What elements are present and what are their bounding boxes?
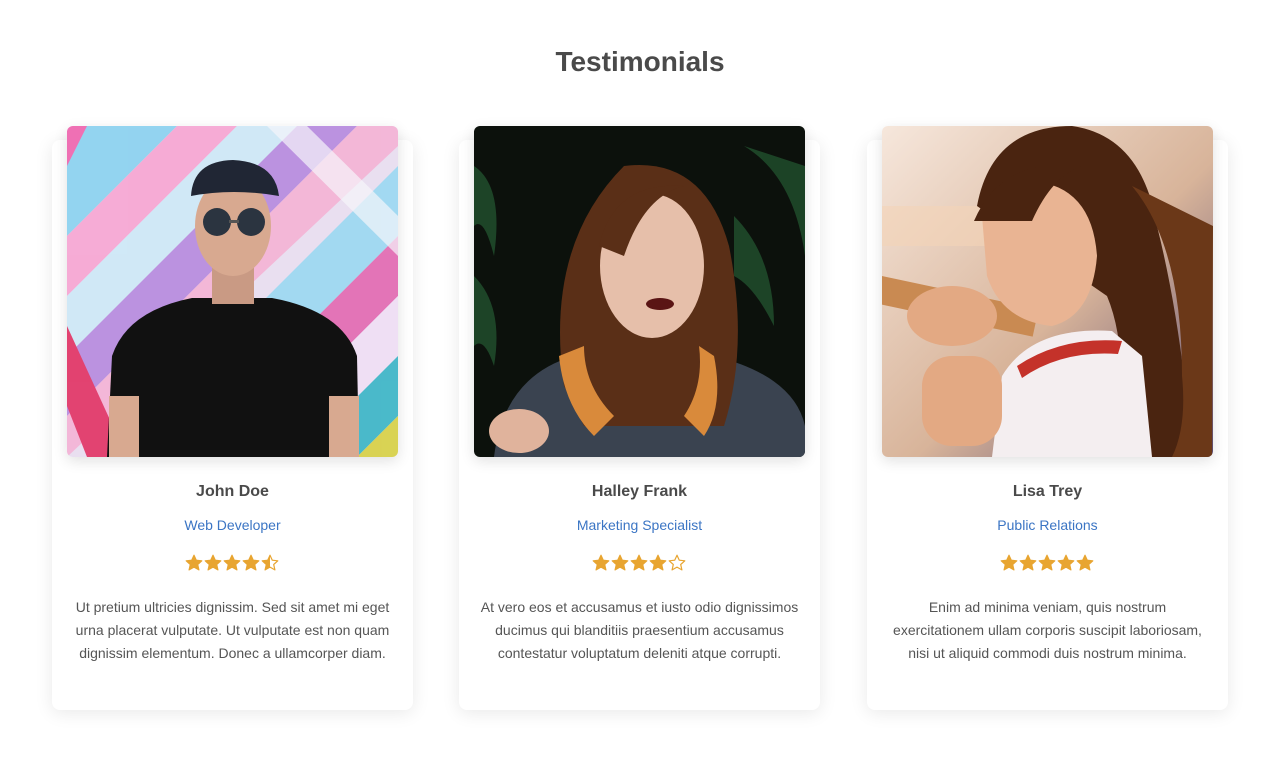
star-icon	[1076, 554, 1095, 572]
testimonial-quote: Enim ad minima veniam, quis nostrum exer…	[893, 599, 1202, 661]
testimonial-name: John Doe	[196, 483, 269, 500]
half-star-icon	[261, 554, 280, 572]
star-rating	[867, 552, 1228, 572]
testimonial-card: John Doe Web Developer Ut pretium ultric…	[52, 126, 413, 710]
star-rating	[52, 552, 413, 572]
woman-portrait-photo	[882, 126, 1213, 457]
star-icon	[630, 554, 649, 572]
star-icon	[1038, 554, 1057, 572]
testimonial-role: Marketing Specialist	[576, 517, 703, 533]
star-icon	[1019, 554, 1038, 572]
star-icon	[223, 554, 242, 572]
man-portrait-photo	[67, 126, 398, 457]
testimonial-name: Lisa Trey	[1012, 483, 1083, 500]
star-icon	[611, 554, 630, 572]
star-icon	[649, 554, 668, 572]
testimonial-card: Halley Frank Marketing Specialist At ver…	[459, 126, 820, 710]
profile-photo	[67, 126, 398, 457]
testimonial-name: Halley Frank	[591, 483, 688, 500]
star-rating	[459, 552, 820, 572]
testimonials-page: Testimonials John Doe Web Developer Ut p…	[0, 0, 1280, 772]
page-title: Testimonials	[555, 46, 725, 77]
star-icon	[242, 554, 261, 572]
testimonial-role: Public Relations	[997, 517, 1098, 533]
testimonial-card: Lisa Trey Public Relations Enim ad minim…	[867, 126, 1228, 710]
testimonial-quote: At vero eos et accusamus et iusto odio d…	[480, 599, 799, 661]
star-icon	[185, 554, 204, 572]
star-icon	[592, 554, 611, 572]
testimonial-quote: Ut pretium ultricies dignissim. Sed sit …	[75, 599, 390, 661]
star-icon	[204, 554, 223, 572]
testimonial-role: Web Developer	[184, 517, 281, 533]
woman-portrait-photo	[474, 126, 805, 457]
profile-photo	[474, 126, 805, 457]
star-icon	[1000, 554, 1019, 572]
star-icon	[1057, 554, 1076, 572]
empty-star-icon	[668, 554, 687, 572]
testimonial-cards: John Doe Web Developer Ut pretium ultric…	[52, 126, 1229, 710]
profile-photo	[882, 126, 1213, 457]
